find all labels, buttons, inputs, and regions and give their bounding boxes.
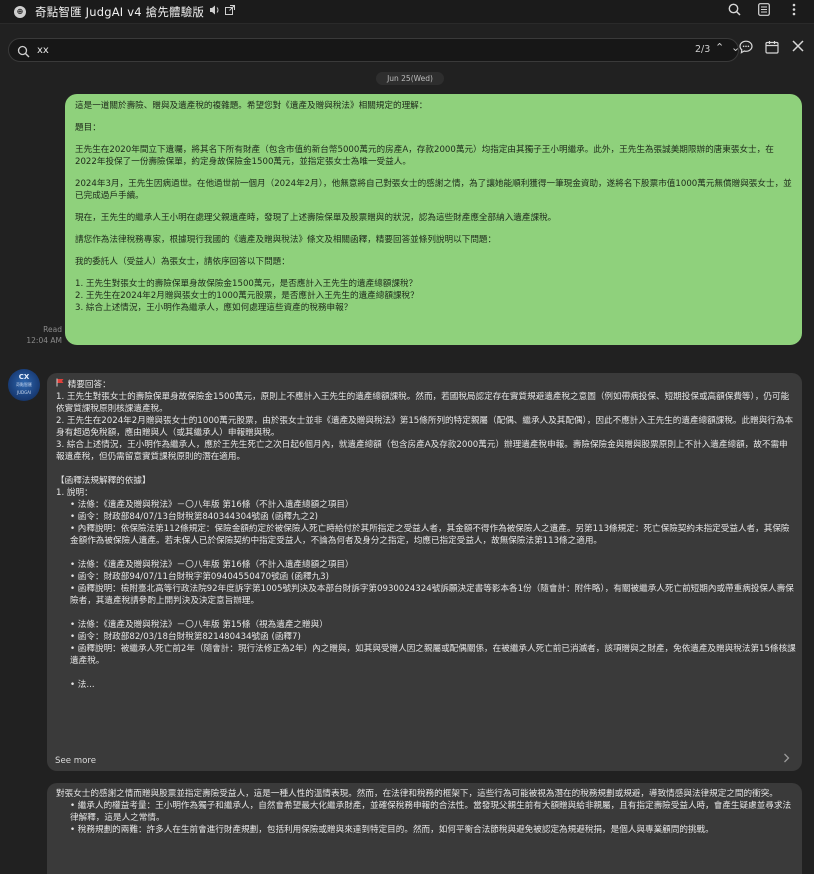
avatar-text: JUDGAI: [16, 390, 32, 395]
message-meta: Read 12:04 AM: [24, 324, 62, 346]
bot-message-bubble[interactable]: 精要回答： 1. 王先生對張女士的壽險保單身故保險金1500萬元，原則上不應計入…: [47, 373, 802, 771]
summary-item: 3. 綜合上述情況，王小明作為繼承人，應於王先生死亡之次日起6個月內，就遺產總額…: [56, 440, 788, 462]
bot-avatar[interactable]: CX 奇點智匯 JUDGAI: [8, 369, 40, 401]
bot-message-content: 精要回答： 1. 王先生對張女士的壽險保單身故保險金1500萬元，原則上不應計入…: [56, 378, 796, 744]
date-chip: Jun 25(Wed): [376, 72, 444, 85]
user-message-bubble[interactable]: 這是一道關於壽險、贈與及遺產稅的複雜題。希望您對《遺產及贈與稅法》相關規定的理解…: [65, 94, 802, 345]
title-bar: ⊕ 奇點智匯 JudgAI v4 搶先體驗版: [0, 0, 814, 24]
message-paragraph: • 繼承人的權益考量：王小明作為獨子和繼承人，自然會希望最大化繼承財產，並確保稅…: [70, 801, 792, 823]
search-bar: 2/3 ⌃ ⌄: [0, 34, 814, 66]
law-item: • 法條：《遺產及贈與稅法》－〇八年版 第16條（不計入遺產總額之項目）: [70, 560, 354, 570]
message-paragraph: 現在，王先生的繼承人王小明在處理父親遺產時，發現了上述壽險保單及股票贈與的狀況，…: [75, 213, 557, 223]
search-box[interactable]: 2/3 ⌃ ⌄: [8, 38, 740, 62]
question-item: 2. 王先生在2024年2月贈與張女士的1000萬元股票，是否應計入王先生的遺產…: [75, 291, 419, 301]
message-time: 12:04 AM: [26, 336, 62, 345]
law-item: • 函令：財政部94/07/11台財稅字第09404550470號函 (函釋九3…: [70, 572, 329, 582]
shield-icon: ⊕: [14, 5, 26, 18]
speaker-icon[interactable]: [209, 5, 220, 18]
summary-item: 2. 王先生在2024年2月贈與張女士的1000萬元股票，由於張女士並非《遺產及…: [56, 416, 794, 438]
chevron-up-icon[interactable]: ⌃: [715, 41, 724, 54]
summary-item: 1. 王先生對張女士的壽險保單身故保險金1500萬元，原則上不應計入王先生的遺產…: [56, 392, 790, 414]
section-title: 【函釋法規解釋的依據】: [56, 476, 151, 486]
search-input[interactable]: [37, 42, 637, 58]
chevron-right-icon[interactable]: [783, 753, 790, 766]
law-item: • 函釋說明：被繼承人死亡前2年（隨會計：現行法修正為2年）內之贈與，如其與受贈…: [70, 644, 796, 666]
flag-icon: [56, 378, 68, 390]
avatar-text: 奇點智匯: [16, 382, 32, 387]
external-window-icon[interactable]: [225, 5, 236, 18]
law-item: • 法條：《遺產及贈與稅法》－〇八年版 第16條（不計入遺產總額之項目）: [70, 500, 354, 510]
law-item: • 內釋說明：依保險法第112條規定：保險金額約定於被保險人死亡時給付於其所指定…: [70, 524, 790, 546]
match-count: 2/3: [695, 44, 711, 55]
more-icon[interactable]: [786, 3, 802, 20]
question-item: 1. 王先生對張女士的壽險保單身故保險金1500萬元，是否應計入王先生的遺產總額…: [75, 279, 418, 289]
law-item: • 函令：財政部84/07/13台財稅第840344304號函 (函釋九之2): [70, 512, 319, 522]
see-more-bar[interactable]: See more: [47, 750, 802, 771]
chat-bubble-icon[interactable]: [738, 40, 754, 58]
avatar-text: CX: [18, 373, 30, 381]
message-paragraph: 題目：: [75, 123, 101, 133]
search-icon: [17, 43, 31, 58]
app-title: 奇點智匯 JudgAI v4 搶先體驗版: [35, 4, 205, 19]
law-item: • 法條：《遺產及贈與稅法》－〇八年版 第15條（視為遺產之贈與）: [70, 620, 328, 630]
list-icon[interactable]: [756, 3, 772, 20]
message-paragraph: 這是一道關於壽險、贈與及遺產稅的複雜題。希望您對《遺產及贈與稅法》相關規定的理解…: [75, 101, 428, 111]
message-paragraph: • 稅務規劃的兩難：許多人在生前會進行財產規劃，包括利用保險或贈與來達到特定目的…: [70, 825, 714, 835]
section-intro: 1. 說明：: [56, 488, 93, 498]
message-paragraph: 2024年3月，王先生因病過世。在他過世前一個月（2024年2月），他無意將自己…: [75, 179, 792, 201]
close-icon[interactable]: [790, 40, 806, 58]
search-icon[interactable]: [726, 3, 742, 20]
message-paragraph: 我的委託人（受益人）為張女士，請依序回答以下問題：: [75, 257, 290, 267]
message-paragraph: 王先生在2020年間立下遺囑，將其名下所有財產（包含市值約新台幣5000萬元的房…: [75, 145, 774, 167]
message-paragraph: 對張女士的感謝之情而贈與股票並指定壽險受益人，這是一種人性的溫情表現。然而，在法…: [56, 789, 778, 799]
law-item: • 函釋說明：檢附臺北高等行政法院92年度訴字第1005號判決及本部台財訴字第0…: [70, 584, 794, 606]
read-status: Read: [43, 325, 62, 334]
law-item: • 法...: [70, 680, 95, 690]
see-more-link[interactable]: See more: [55, 755, 96, 767]
message-paragraph: 請您作為法律稅務專家，根據現行我國的《遺產及贈與稅法》條文及相關函釋，精要回答並…: [75, 235, 497, 245]
bot-message-bubble-2[interactable]: 對張女士的感謝之情而贈與股票並指定壽險受益人，這是一種人性的溫情表現。然而，在法…: [47, 783, 802, 874]
calendar-icon[interactable]: [764, 40, 780, 58]
question-item: 3. 綜合上述情況，王小明作為繼承人，應如何處理這些資產的稅務申報？: [75, 303, 353, 313]
answer-header: 精要回答：: [67, 380, 111, 390]
law-item: • 函令：財政部82/03/18台財稅第821480434號函 (函釋7): [70, 632, 301, 642]
